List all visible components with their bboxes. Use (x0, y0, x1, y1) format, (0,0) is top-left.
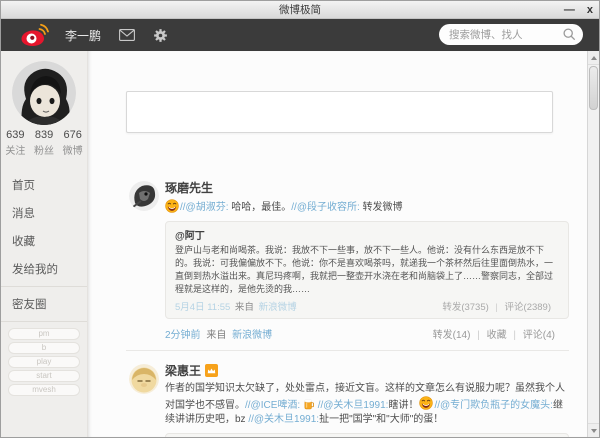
header-bar: 李一鹏 (1, 19, 599, 51)
quoted-actions: 转发(3735) | 评论(2389) (442, 299, 559, 313)
feed-post: 梁惠王 作者的国学知识太欠缺了，处处雷点，接近文盲。这样的文章怎么有说服力呢？虽… (129, 362, 569, 437)
down-arrow-icon (590, 428, 597, 433)
feed-divider (126, 350, 569, 351)
sidebar-divider (1, 286, 87, 287)
sidebar-item-close-friends[interactable]: 密友圈 (1, 290, 87, 318)
quoted-meta: 5月4日 11:55 来自 新浪微博 (175, 299, 297, 313)
search-icon[interactable] (563, 28, 576, 46)
post-source-link[interactable]: 新浪微博 (232, 330, 272, 341)
title-bar: 微博极简 — x (1, 1, 599, 19)
sidebar-divider (1, 321, 87, 322)
laugh-emoji-icon (419, 396, 434, 410)
mention-link[interactable]: //@专门欺负瓶子的女魔头: (434, 400, 553, 411)
via-prefix: 来自 (234, 302, 254, 313)
repost-button[interactable]: 转发(14) (433, 330, 471, 341)
settings-gear-icon[interactable] (153, 28, 168, 43)
close-button[interactable]: x (587, 1, 593, 19)
current-username[interactable]: 李一鹏 (65, 27, 101, 44)
post-author-name[interactable]: 梁惠王 (165, 362, 201, 379)
sidebar-menu: 首页 消息 收藏 发给我的 密友圈 (1, 171, 87, 322)
quoted-text: 登庐山与老和尚喝茶。我说：我放不下一些事，放不下一些人。他说：没有什么东西是放不… (175, 245, 554, 294)
post-actions: 转发(14) | 收藏 | 评论(4) (433, 326, 555, 341)
sidebar: 639 关注 839 粉丝 676 微博 首页 消息 收藏 发给我的 密友圈 p… (1, 51, 87, 437)
weibo-logo-icon[interactable] (19, 22, 49, 48)
separator: | (477, 330, 480, 341)
stat-following[interactable]: 639 关注 (1, 129, 30, 157)
mention-link[interactable]: //@关木旦1991: (248, 414, 319, 425)
mention-link[interactable]: //@胡淑芬: (180, 202, 229, 213)
sidebar-item-home[interactable]: 首页 (1, 171, 87, 199)
quoted-author[interactable]: @阿丁 (175, 227, 559, 242)
sidebar-item-messages[interactable]: 消息 (1, 199, 87, 227)
post-timestamp-link[interactable]: 2分钟前 (165, 330, 201, 341)
post-meta: 2分钟前 来自 新浪微博 (165, 326, 272, 341)
scrollbar[interactable] (587, 51, 599, 437)
text-segment: 扯一把"国学"和"大师"的蛋！ (319, 414, 444, 425)
comment-button[interactable]: 评论(4) (523, 330, 555, 341)
profile-stats: 639 关注 839 粉丝 676 微博 (1, 129, 87, 157)
mention-link[interactable]: //@ICE啤酒: (245, 400, 300, 411)
app-window: 微博极简 — x 李一鹏 搜索微博、找人 639 关注 839 粉丝 676 微… (0, 0, 600, 438)
up-arrow-icon (590, 55, 597, 60)
minimize-button[interactable]: — (564, 1, 575, 19)
mention-link[interactable]: //@段子收容所: (291, 202, 360, 213)
group-pill-start[interactable]: start (8, 370, 80, 382)
via-prefix: 来自 (206, 330, 227, 341)
stat-followers[interactable]: 839 粉丝 (30, 129, 59, 157)
text-segment: 瞎讲！ (388, 400, 419, 411)
quoted-post[interactable]: @关木旦1991 所谓的国学大师，大多是后人吹捧出来的名头，真正做学问的人从来不… (165, 433, 569, 437)
group-pill-pm[interactable]: pm (8, 328, 80, 340)
scrollbar-thumb[interactable] (589, 66, 598, 110)
profile-avatar[interactable] (12, 61, 76, 125)
group-pill-play[interactable]: play (8, 356, 80, 368)
feed-post: 琢磨先生 //@胡淑芬: 哈哈，最佳。//@段子收容所: 转发微博 @阿丁 登庐… (129, 179, 569, 341)
sidebar-item-favorites[interactable]: 收藏 (1, 227, 87, 255)
quoted-timestamp[interactable]: 5月4日 11:55 (175, 302, 230, 313)
sidebar-item-mentions[interactable]: 发给我的 (1, 255, 87, 283)
post-author-avatar[interactable] (129, 181, 159, 211)
post-comment-text: //@胡淑芬: 哈哈，最佳。//@段子收容所: 转发微博 (165, 199, 569, 215)
mention-link[interactable]: //@关木旦1991: (318, 400, 389, 411)
search-input[interactable] (439, 24, 583, 45)
scroll-down-button[interactable] (588, 423, 599, 437)
group-pill-b[interactable]: b (8, 342, 80, 354)
mail-icon[interactable] (119, 29, 135, 41)
stat-weibos[interactable]: 676 微博 (58, 129, 87, 157)
vip-badge-icon (205, 364, 219, 377)
quoted-post[interactable]: @阿丁 登庐山与老和尚喝茶。我说：我放不下一些事，放不下一些人。他说：没有什么东… (165, 221, 569, 319)
post-author-name[interactable]: 琢磨先生 (165, 179, 213, 196)
window-title: 微博极简 (279, 4, 321, 16)
laugh-emoji-icon (165, 199, 179, 213)
quoted-source-link[interactable]: 新浪微博 (259, 302, 297, 313)
group-pill-mvesh[interactable]: mvesh (8, 384, 80, 396)
quoted-repost-link[interactable]: 转发(3735) (442, 302, 488, 313)
scroll-up-button[interactable] (588, 51, 599, 65)
favorite-button[interactable]: 收藏 (487, 330, 507, 341)
comment-segment: 转发微博 (359, 202, 403, 213)
main-feed-panel: 琢磨先生 //@胡淑芬: 哈哈，最佳。//@段子收容所: 转发微博 @阿丁 登庐… (87, 51, 587, 437)
beer-emoji-icon (304, 399, 314, 410)
post-body-text: 作者的国学知识太欠缺了，处处雷点，接近文盲。这样的文章怎么有说服力呢？虽然我个人… (165, 382, 569, 427)
compose-input[interactable] (126, 91, 553, 133)
separator: | (513, 330, 516, 341)
quoted-comment-link[interactable]: 评论(2389) (505, 302, 551, 313)
separator: | (495, 302, 498, 313)
sidebar-groups: pm b play start mvesh (1, 328, 87, 396)
comment-segment: 哈哈，最佳。 (228, 202, 292, 213)
post-author-avatar[interactable] (129, 364, 159, 394)
